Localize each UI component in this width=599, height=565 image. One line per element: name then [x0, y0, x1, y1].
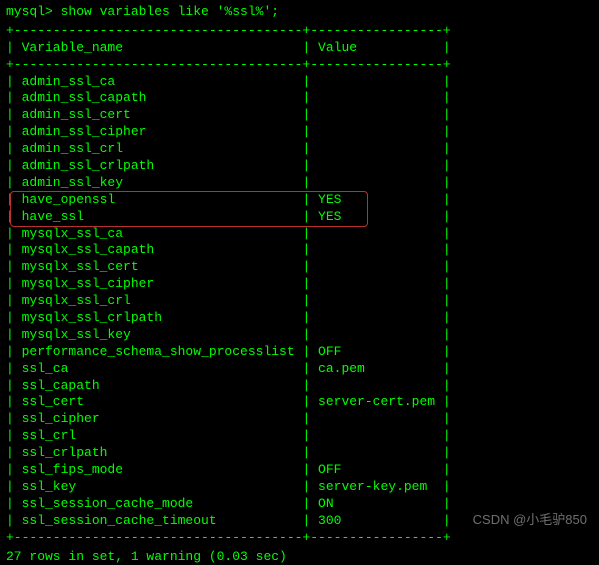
table-row: | admin_ssl_key | |: [6, 175, 593, 192]
table-row: | admin_ssl_cert | |: [6, 107, 593, 124]
table-row: | mysqlx_ssl_cipher | |: [6, 276, 593, 293]
table-row: | ssl_cert | server-cert.pem |: [6, 394, 593, 411]
table-border-bottom: +-------------------------------------+-…: [6, 530, 593, 547]
table-border-mid: +-------------------------------------+-…: [6, 57, 593, 74]
table-row: | ssl_fips_mode | OFF |: [6, 462, 593, 479]
table-row: | performance_schema_show_processlist | …: [6, 344, 593, 361]
table-row: | ssl_session_cache_mode | ON |: [6, 496, 593, 513]
table-row: | mysqlx_ssl_crl | |: [6, 293, 593, 310]
table-border-top: +-------------------------------------+-…: [6, 23, 593, 40]
mysql-prompt[interactable]: mysql> show variables like '%ssl%';: [6, 4, 593, 21]
table-row: | admin_ssl_cipher | |: [6, 124, 593, 141]
table-row: | mysqlx_ssl_capath | |: [6, 242, 593, 259]
table-header: | Variable_name | Value |: [6, 40, 593, 57]
table-row: | ssl_crl | |: [6, 428, 593, 445]
watermark: CSDN @小毛驴850: [473, 512, 587, 529]
table-row: | ssl_crlpath | |: [6, 445, 593, 462]
table-row: | ssl_key | server-key.pem |: [6, 479, 593, 496]
status-line: 27 rows in set, 1 warning (0.03 sec): [6, 549, 593, 565]
table-row: | mysqlx_ssl_key | |: [6, 327, 593, 344]
table-row: | admin_ssl_ca | |: [6, 74, 593, 91]
table-row: | ssl_capath | |: [6, 378, 593, 395]
table-row: | have_ssl | YES |: [6, 209, 593, 226]
table-row: | admin_ssl_crl | |: [6, 141, 593, 158]
table-row: | admin_ssl_crlpath | |: [6, 158, 593, 175]
table-row: | mysqlx_ssl_ca | |: [6, 226, 593, 243]
table-row: | ssl_ca | ca.pem |: [6, 361, 593, 378]
table-row: | have_openssl | YES |: [6, 192, 593, 209]
table-row: | mysqlx_ssl_crlpath | |: [6, 310, 593, 327]
table-row: | mysqlx_ssl_cert | |: [6, 259, 593, 276]
table-row: | ssl_cipher | |: [6, 411, 593, 428]
result-table: +-------------------------------------+-…: [6, 23, 593, 547]
table-body: | admin_ssl_ca | || admin_ssl_capath | |…: [6, 74, 593, 530]
table-row: | admin_ssl_capath | |: [6, 90, 593, 107]
